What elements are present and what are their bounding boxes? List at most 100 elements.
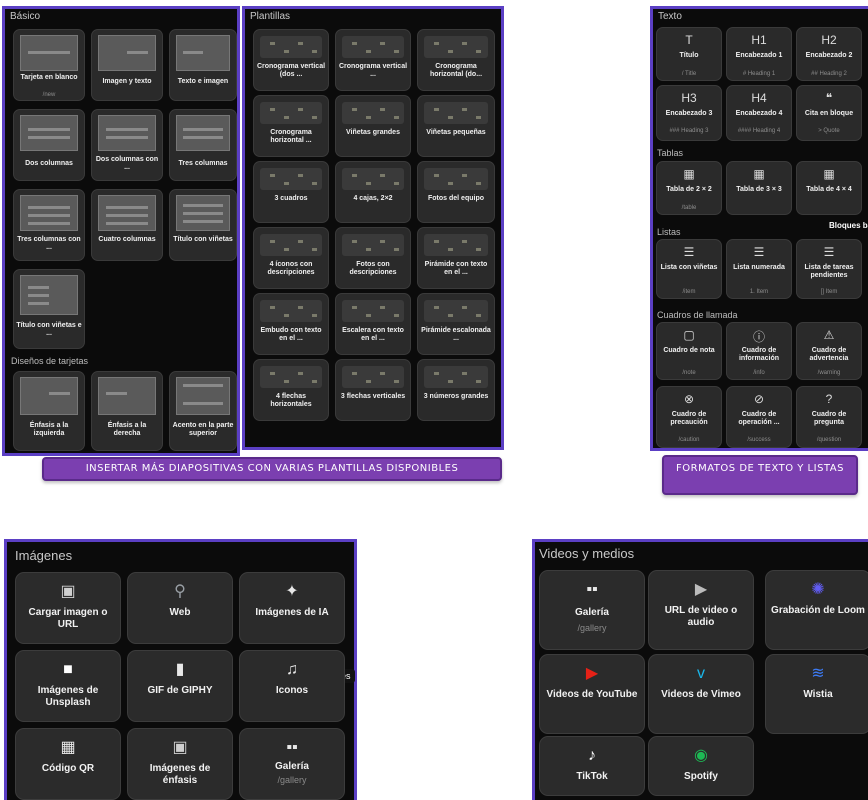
template-emphasis-left[interactable]: Énfasis a la izquierda — [13, 371, 85, 451]
cuadros-cuadro-de-operacion[interactable]: ⊘ Cuadro de operación ... /success — [726, 386, 792, 448]
tiktok-button[interactable]: ♪ TikTok — [539, 736, 645, 796]
template-image-text[interactable]: Imagen y texto — [91, 29, 163, 101]
thumb-dot — [366, 116, 371, 119]
galeria-button[interactable]: ▪▪ Galería/gallery — [239, 728, 345, 800]
template-text-image[interactable]: Texto e imagen — [169, 29, 237, 101]
template-piramide-con-texto-en-el[interactable]: Pirámide con texto en el ... — [417, 227, 495, 289]
galeria-icon: ▪▪ — [586, 581, 598, 598]
spotify-button[interactable]: ◉ Spotify — [648, 736, 754, 796]
template-4-cajas-2-2[interactable]: 4 cajas, 2×2 — [335, 161, 411, 223]
tile-label: 3 flechas verticales — [340, 393, 406, 400]
template-4-iconos-con-descripciones[interactable]: 4 íconos con descripciones — [253, 227, 329, 289]
listas-lista-con-vinetas[interactable]: ☰ Lista con viñetas/item — [656, 239, 722, 299]
listas-lista-numerada[interactable]: ☰ Lista numerada 1. Item — [726, 239, 792, 299]
cuadros-cuadro-de-precaucion[interactable]: ⊗ Cuadro de precaución/caution — [656, 386, 722, 448]
tiles-encabezado-1[interactable]: H1 Encabezado 1 # Heading 1 — [726, 27, 792, 81]
videos-de-vimeo-button[interactable]: v Videos de Vimeo — [648, 654, 754, 734]
cargar-imagen-o-url-button[interactable]: ▣ Cargar imagen o URL — [15, 572, 121, 644]
cuadros-cuadro-de-advertencia[interactable]: ⚠ Cuadro de advertencia/warning — [796, 322, 862, 380]
template-three-columns-with[interactable]: Tres columnas con ... — [13, 189, 85, 261]
template-embudo-con-texto-en-el[interactable]: Embudo con texto en el ... — [253, 293, 329, 355]
codigo-qr-button[interactable]: ▦ Código QR — [15, 728, 121, 800]
listas-lista-de-tareas-pendientes[interactable]: ☰ Lista de tareas pendientes [] Item — [796, 239, 862, 299]
cuadros-cuadro-de-nota[interactable]: ▢ Cuadro de nota/note — [656, 322, 722, 380]
template-cronograma-horizontal[interactable]: Cronograma horizontal ... — [253, 95, 329, 157]
grabacion-de-loom-button[interactable]: ✺ Grabación de Loom — [765, 570, 868, 650]
tile-label: Título — [679, 52, 699, 59]
encabezado-4-icon: H4 — [751, 91, 767, 105]
tile-label: 4 cajas, 2×2 — [353, 195, 393, 202]
template-cronograma-vertical-dos[interactable]: Cronograma vertical (dos ... — [253, 29, 329, 91]
template-two-columns[interactable]: Dos columnas — [13, 109, 85, 181]
template-blank-card[interactable]: Tarjeta en blanco /new — [13, 29, 85, 101]
tile-shortcut: /info — [753, 370, 765, 376]
wistia-button[interactable]: ≋ Wistia — [765, 654, 868, 734]
template-fotos-del-equipo[interactable]: Fotos del equipo — [417, 161, 495, 223]
tablas-tabla-de-3-3[interactable]: ▦ Tabla de 3 × 3 — [726, 161, 792, 215]
template-piramide-escalonada[interactable]: Pirámide escalonada ... — [417, 293, 495, 355]
cuadros-cuadro-de-informacion[interactable]: ⓘ Cuadro de información/info — [726, 322, 792, 380]
template-three-columns[interactable]: Tres columnas — [169, 109, 237, 181]
tile-label: Dos columnas — [25, 160, 73, 167]
template-two-columns-with[interactable]: Dos columnas con ... — [91, 109, 163, 181]
imagenes-de-unsplash-icon: ■ — [63, 661, 73, 678]
template-3-flechas-verticales[interactable]: 3 flechas verticales — [335, 359, 411, 421]
thumb-dot — [270, 42, 275, 45]
imagenes-de-enfasis-button[interactable]: ▣ Imágenes de énfasis — [127, 728, 233, 800]
thumb-dot — [394, 248, 399, 251]
thumbnail — [176, 115, 230, 151]
lista-de-tareas-pendientes-icon: ☰ — [823, 245, 835, 259]
template-title-bullets[interactable]: Título con viñetas — [169, 189, 237, 261]
template-3-numeros-grandes[interactable]: 3 números grandes — [417, 359, 495, 421]
thumb-dot — [394, 380, 399, 383]
thumb-dot — [462, 372, 467, 375]
tablas-tabla-de-4-4[interactable]: ▦ Tabla de 4 × 4 — [796, 161, 862, 215]
template-cronograma-horizontal-do[interactable]: Cronograma horizontal (do... — [417, 29, 495, 91]
imagenes-de-unsplash-button[interactable]: ■ Imágenes de Unsplash — [15, 650, 121, 722]
cuadro-de-precaucion-icon: ⊗ — [683, 392, 695, 406]
tile-label: Escalera con texto en el ... — [342, 327, 404, 342]
cuadros-cuadro-de-pregunta[interactable]: ? Cuadro de pregunta/question — [796, 386, 862, 448]
imagenes-panel: Imágenes Imágenes ▣Cargar imagen o URL⚲W… — [4, 539, 357, 800]
template-four-columns[interactable]: Cuatro columnas — [91, 189, 163, 261]
tiles-encabezado-2[interactable]: H2 Encabezado 2 ## Heading 2 — [796, 27, 862, 81]
tile-label: Lista numerada — [733, 264, 785, 271]
template-accent-top[interactable]: Acento en la parte superior — [169, 371, 237, 451]
template-vinetas-pequenas[interactable]: Viñetas pequeñas — [417, 95, 495, 157]
gif-de-giphy-button[interactable]: ▮ GIF de GIPHY — [127, 650, 233, 722]
template-escalera-con-texto-en-el[interactable]: Escalera con texto en el ... — [335, 293, 411, 355]
tiles-encabezado-4[interactable]: H4 Encabezado 4 #### Heading 4 — [726, 85, 792, 141]
tiles-titulo[interactable]: T Título / Title — [656, 27, 722, 81]
imagenes-de-ia-button[interactable]: ✦ Imágenes de IA — [239, 572, 345, 644]
videos-de-youtube-button[interactable]: ▶ Videos de YouTube — [539, 654, 645, 734]
tile-label: 4 flechas horizontales — [270, 393, 312, 408]
url-de-video-o-audio-button[interactable]: ▶ URL de video o audio — [648, 570, 754, 650]
galeria-button[interactable]: ▪▪ Galería/gallery — [539, 570, 645, 650]
thumb-dot — [352, 42, 357, 45]
thumb-dot — [284, 314, 289, 317]
thumb-dot — [352, 240, 357, 243]
template-title-bullets-image[interactable]: Título con viñetas e ... — [13, 269, 85, 349]
spotify-icon: ◉ — [694, 747, 708, 764]
galeria-icon: ▪▪ — [286, 739, 298, 756]
template-vinetas-grandes[interactable]: Viñetas grandes — [335, 95, 411, 157]
tiles-cita-en-bloque[interactable]: ❝ Cita en bloque > Quote — [796, 85, 862, 141]
iconos-button[interactable]: ♫ Iconos — [239, 650, 345, 722]
template-emphasis-right[interactable]: Énfasis a la derecha — [91, 371, 163, 451]
template-cronograma-vertical[interactable]: Cronograma vertical ... — [335, 29, 411, 91]
tablas-tabla-de-2-2[interactable]: ▦ Tabla de 2 × 2/table — [656, 161, 722, 215]
tile-label: Viñetas grandes — [346, 129, 400, 136]
thumb-dot — [394, 50, 399, 53]
template-fotos-con-descripciones[interactable]: Fotos con descripciones — [335, 227, 411, 289]
template-4-flechas-horizontales[interactable]: 4 flechas horizontales — [253, 359, 329, 421]
cuadro-de-nota-icon: ▢ — [683, 328, 695, 342]
web-button[interactable]: ⚲ Web — [127, 572, 233, 644]
tile-label: Cita en bloque — [804, 110, 854, 117]
tiles-encabezado-3[interactable]: H3 Encabezado 3 ### Heading 3 — [656, 85, 722, 141]
tile-shortcut: /warning — [817, 370, 841, 376]
tile-label: Lista con viñetas — [660, 264, 718, 271]
tile-label: Videos de Vimeo — [661, 689, 741, 700]
tile-label: Cuadro de información — [738, 347, 780, 362]
template-3-cuadros[interactable]: 3 cuadros — [253, 161, 329, 223]
url-de-video-o-audio-icon: ▶ — [694, 581, 708, 598]
